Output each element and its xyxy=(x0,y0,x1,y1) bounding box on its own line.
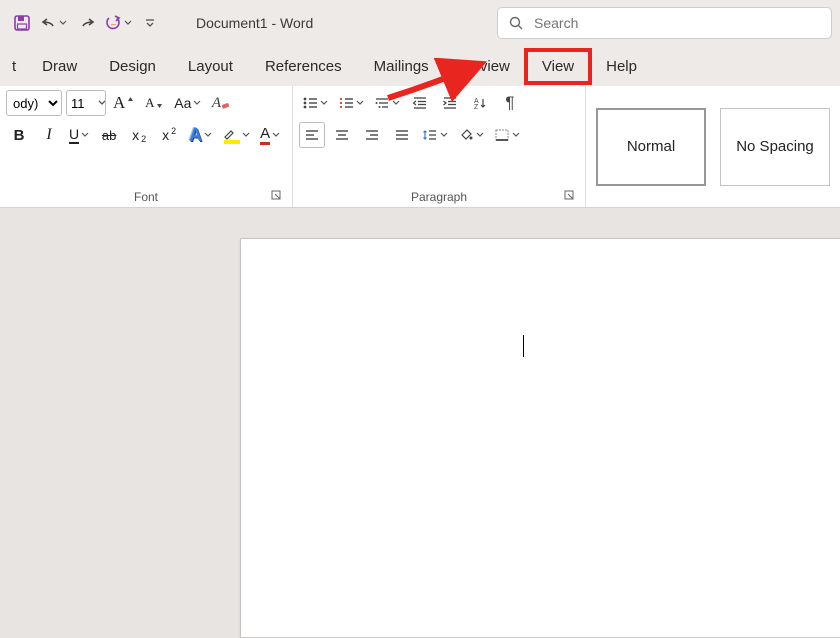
search-input[interactable] xyxy=(532,14,821,32)
italic-button[interactable]: I xyxy=(36,122,62,148)
chevron-down-icon xyxy=(476,131,484,139)
font-family-select[interactable]: ody) xyxy=(6,90,62,116)
justify-button[interactable] xyxy=(389,122,415,148)
chevron-down-icon xyxy=(59,19,67,27)
styles-group: Normal No Spacing xyxy=(586,86,840,207)
change-case-button[interactable]: Aa xyxy=(171,90,204,116)
autosave-toggle[interactable]: – xyxy=(104,9,132,37)
borders-icon xyxy=(494,128,510,142)
search-icon xyxy=(508,15,524,31)
align-left-icon xyxy=(304,128,320,142)
tab-design[interactable]: Design xyxy=(93,50,172,83)
subscript-button[interactable]: x2 xyxy=(126,122,152,148)
chevron-down-icon xyxy=(124,19,132,27)
show-hide-button[interactable]: ¶ xyxy=(497,90,523,116)
justify-icon xyxy=(394,128,410,142)
align-center-icon xyxy=(334,128,350,142)
chevron-down-icon xyxy=(193,99,201,107)
style-no-spacing[interactable]: No Spacing xyxy=(720,108,830,186)
workspace xyxy=(0,208,840,500)
align-right-button[interactable] xyxy=(359,122,385,148)
indent-left-icon xyxy=(412,96,428,110)
chevron-down-icon xyxy=(320,99,328,107)
bullets-icon xyxy=(302,96,318,110)
document-title: Document1 - Word xyxy=(196,15,313,31)
shading-button[interactable] xyxy=(455,122,487,148)
increase-font-size-button[interactable]: A xyxy=(110,90,137,116)
paint-bucket-icon xyxy=(458,128,474,142)
svg-text:Z: Z xyxy=(474,104,479,110)
increase-indent-button[interactable] xyxy=(437,90,463,116)
font-group: ody) A A Aa A xyxy=(0,86,293,207)
borders-button[interactable] xyxy=(491,122,523,148)
paragraph-group-label: Paragraph xyxy=(411,190,467,204)
eraser-icon xyxy=(221,101,231,111)
chevron-down-icon xyxy=(272,131,280,139)
paragraph-dialog-launcher[interactable] xyxy=(563,189,577,203)
superscript-button[interactable]: x2 xyxy=(156,122,182,148)
text-effects-button[interactable]: A xyxy=(186,122,215,148)
tab-review[interactable]: Review xyxy=(445,50,526,83)
sort-icon: AZ xyxy=(473,96,487,110)
chevron-down-icon xyxy=(204,131,212,139)
highlight-color-button[interactable] xyxy=(219,122,253,148)
tab-mailings[interactable]: Mailings xyxy=(358,50,445,83)
document-page[interactable] xyxy=(240,238,840,638)
line-spacing-button[interactable] xyxy=(419,122,451,148)
chevron-down-icon xyxy=(512,131,520,139)
tab-layout[interactable]: Layout xyxy=(172,50,249,83)
align-left-button[interactable] xyxy=(299,122,325,148)
underline-button[interactable]: U xyxy=(66,122,92,148)
search-box[interactable] xyxy=(497,7,832,39)
qat-customize-button[interactable] xyxy=(136,9,164,37)
align-right-icon xyxy=(364,128,380,142)
bullets-button[interactable] xyxy=(299,90,331,116)
tab-help[interactable]: Help xyxy=(590,50,653,83)
chevron-down-icon xyxy=(242,131,250,139)
strikethrough-button[interactable]: ab xyxy=(96,122,122,148)
titlebar: – Document1 - Word xyxy=(0,0,840,46)
svg-text:–: – xyxy=(111,20,116,29)
tab-view[interactable]: View xyxy=(526,50,590,83)
bold-button[interactable]: B xyxy=(6,122,32,148)
ribbon-tabs: t Draw Design Layout References Mailings… xyxy=(0,46,840,86)
tab-references[interactable]: References xyxy=(249,50,358,83)
font-size-input[interactable] xyxy=(67,91,97,115)
chevron-down-icon xyxy=(356,99,364,107)
chevron-down-icon[interactable] xyxy=(97,98,105,108)
indent-right-icon xyxy=(442,96,458,110)
align-center-button[interactable] xyxy=(329,122,355,148)
text-cursor xyxy=(523,335,524,357)
decrease-indent-button[interactable] xyxy=(407,90,433,116)
font-group-label: Font xyxy=(134,190,158,204)
ribbon: ody) A A Aa A xyxy=(0,86,840,208)
undo-button[interactable] xyxy=(40,9,68,37)
redo-button[interactable] xyxy=(72,9,100,37)
paragraph-group: AZ ¶ xyxy=(293,86,586,207)
font-color-button[interactable]: A xyxy=(257,122,283,148)
clear-formatting-button[interactable]: A xyxy=(208,90,234,116)
numbering-icon xyxy=(338,96,354,110)
font-dialog-launcher[interactable] xyxy=(270,189,284,203)
decrease-font-size-button[interactable]: A xyxy=(141,90,167,116)
line-spacing-icon xyxy=(422,128,438,142)
multilevel-list-button[interactable] xyxy=(371,90,403,116)
sort-button[interactable]: AZ xyxy=(467,90,493,116)
save-button[interactable] xyxy=(8,9,36,37)
tab-partial[interactable]: t xyxy=(6,50,26,83)
multilevel-icon xyxy=(374,96,390,110)
numbering-button[interactable] xyxy=(335,90,367,116)
chevron-down-icon xyxy=(392,99,400,107)
tab-draw[interactable]: Draw xyxy=(26,50,93,83)
chevron-down-icon xyxy=(440,131,448,139)
style-normal[interactable]: Normal xyxy=(596,108,706,186)
chevron-down-icon xyxy=(81,131,89,139)
